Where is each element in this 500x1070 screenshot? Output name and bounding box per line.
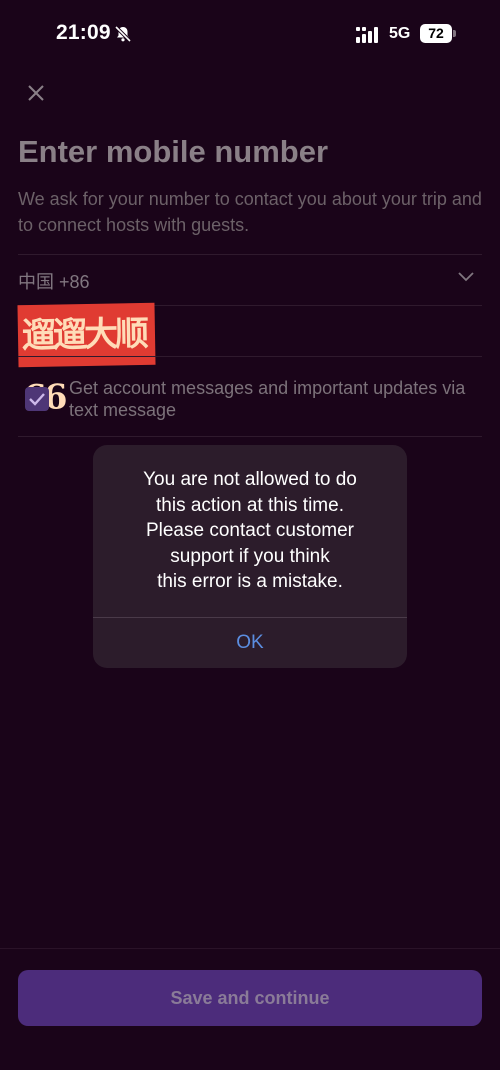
footer-divider	[0, 948, 500, 949]
checkmark-icon	[29, 393, 45, 406]
country-code-select[interactable]: 中国 +86	[18, 256, 482, 304]
page-subtitle: We ask for your number to contact you ab…	[18, 189, 482, 235]
save-and-continue-button[interactable]: Save and continue	[18, 970, 482, 1026]
alert-message: You are not allowed to do this action at…	[143, 469, 357, 592]
battery-nub	[453, 30, 456, 37]
network-label: 5G	[389, 25, 411, 42]
battery-level: 72	[428, 25, 444, 41]
divider	[18, 436, 482, 437]
watermark-stamp: 遛遛大顺66	[17, 302, 156, 418]
signal-icon	[356, 27, 378, 43]
alert-ok-button[interactable]: OK	[93, 618, 407, 668]
status-time: 21:09	[56, 21, 111, 44]
divider	[18, 356, 482, 357]
sms-updates-label: Get account messages and important updat…	[69, 378, 466, 420]
page-title: Enter mobile number	[18, 134, 329, 169]
bell-slash-icon	[114, 25, 132, 43]
country-code-value: 中国 +86	[18, 272, 90, 292]
battery-icon: 72	[420, 24, 456, 43]
sms-updates-checkbox[interactable]	[25, 387, 49, 411]
divider	[18, 254, 482, 255]
screen: 21:09 5G 72 Enter mobile number We ask f…	[0, 0, 500, 1070]
chevron-down-icon	[458, 272, 474, 282]
status-bar: 21:09 5G 72	[0, 0, 500, 68]
error-alert-dialog: You are not allowed to do this action at…	[93, 445, 407, 668]
close-icon[interactable]	[20, 73, 52, 105]
